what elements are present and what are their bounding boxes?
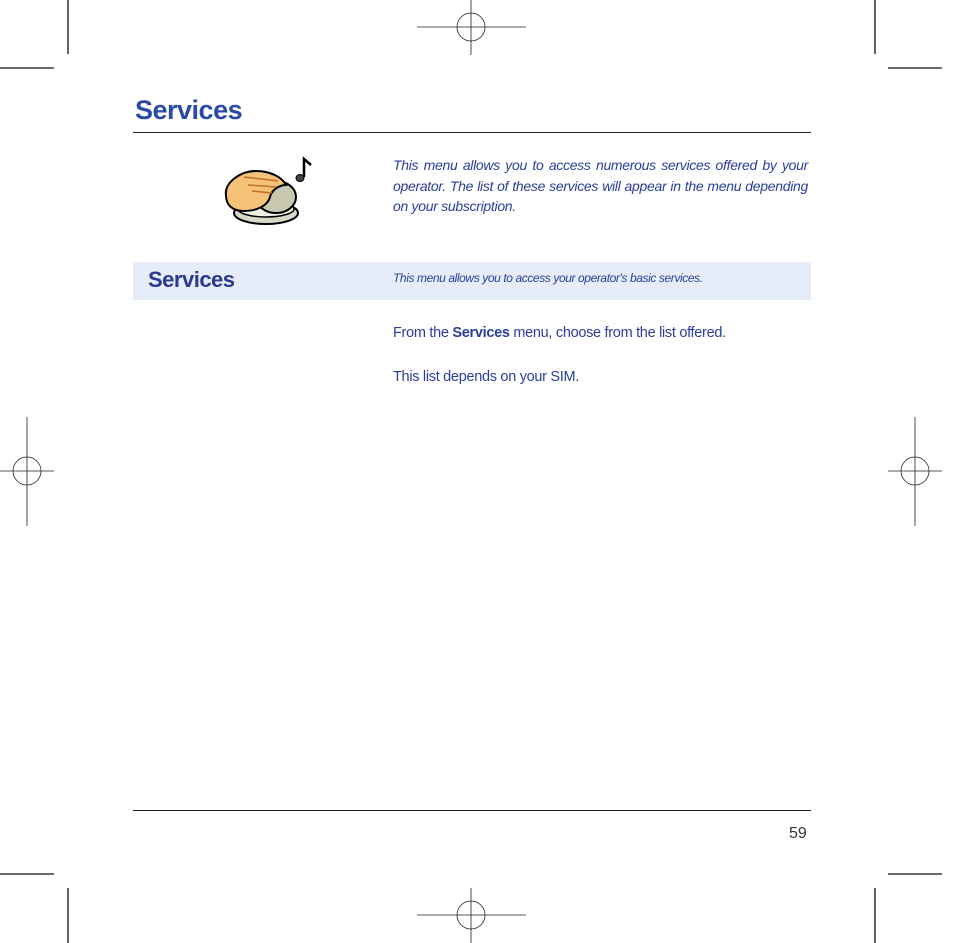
menu-name-emphasis: Services — [452, 325, 510, 341]
sim-note-paragraph: This list depends on your SIM. — [393, 369, 580, 385]
intro-text: This menu allows you to access numerous … — [393, 157, 808, 214]
instruction-paragraph: From the Services menu, choose from the … — [393, 325, 726, 341]
title-divider — [133, 132, 811, 133]
music-note-icon — [302, 156, 312, 177]
instruction-text-after: menu, choose from the list offered. — [509, 325, 726, 341]
section-description: This menu allows you to access your oper… — [393, 271, 703, 285]
hand-on-mouse-icon — [220, 155, 316, 230]
instruction-text-before: From the — [393, 325, 453, 341]
print-crop-marks — [0, 0, 942, 943]
footer-divider — [133, 810, 811, 811]
page-title: Services — [135, 95, 243, 125]
page-number: 59 — [789, 825, 807, 842]
section-title: Services — [148, 267, 235, 292]
section-header-band: Services This menu allows you to access … — [133, 262, 811, 300]
